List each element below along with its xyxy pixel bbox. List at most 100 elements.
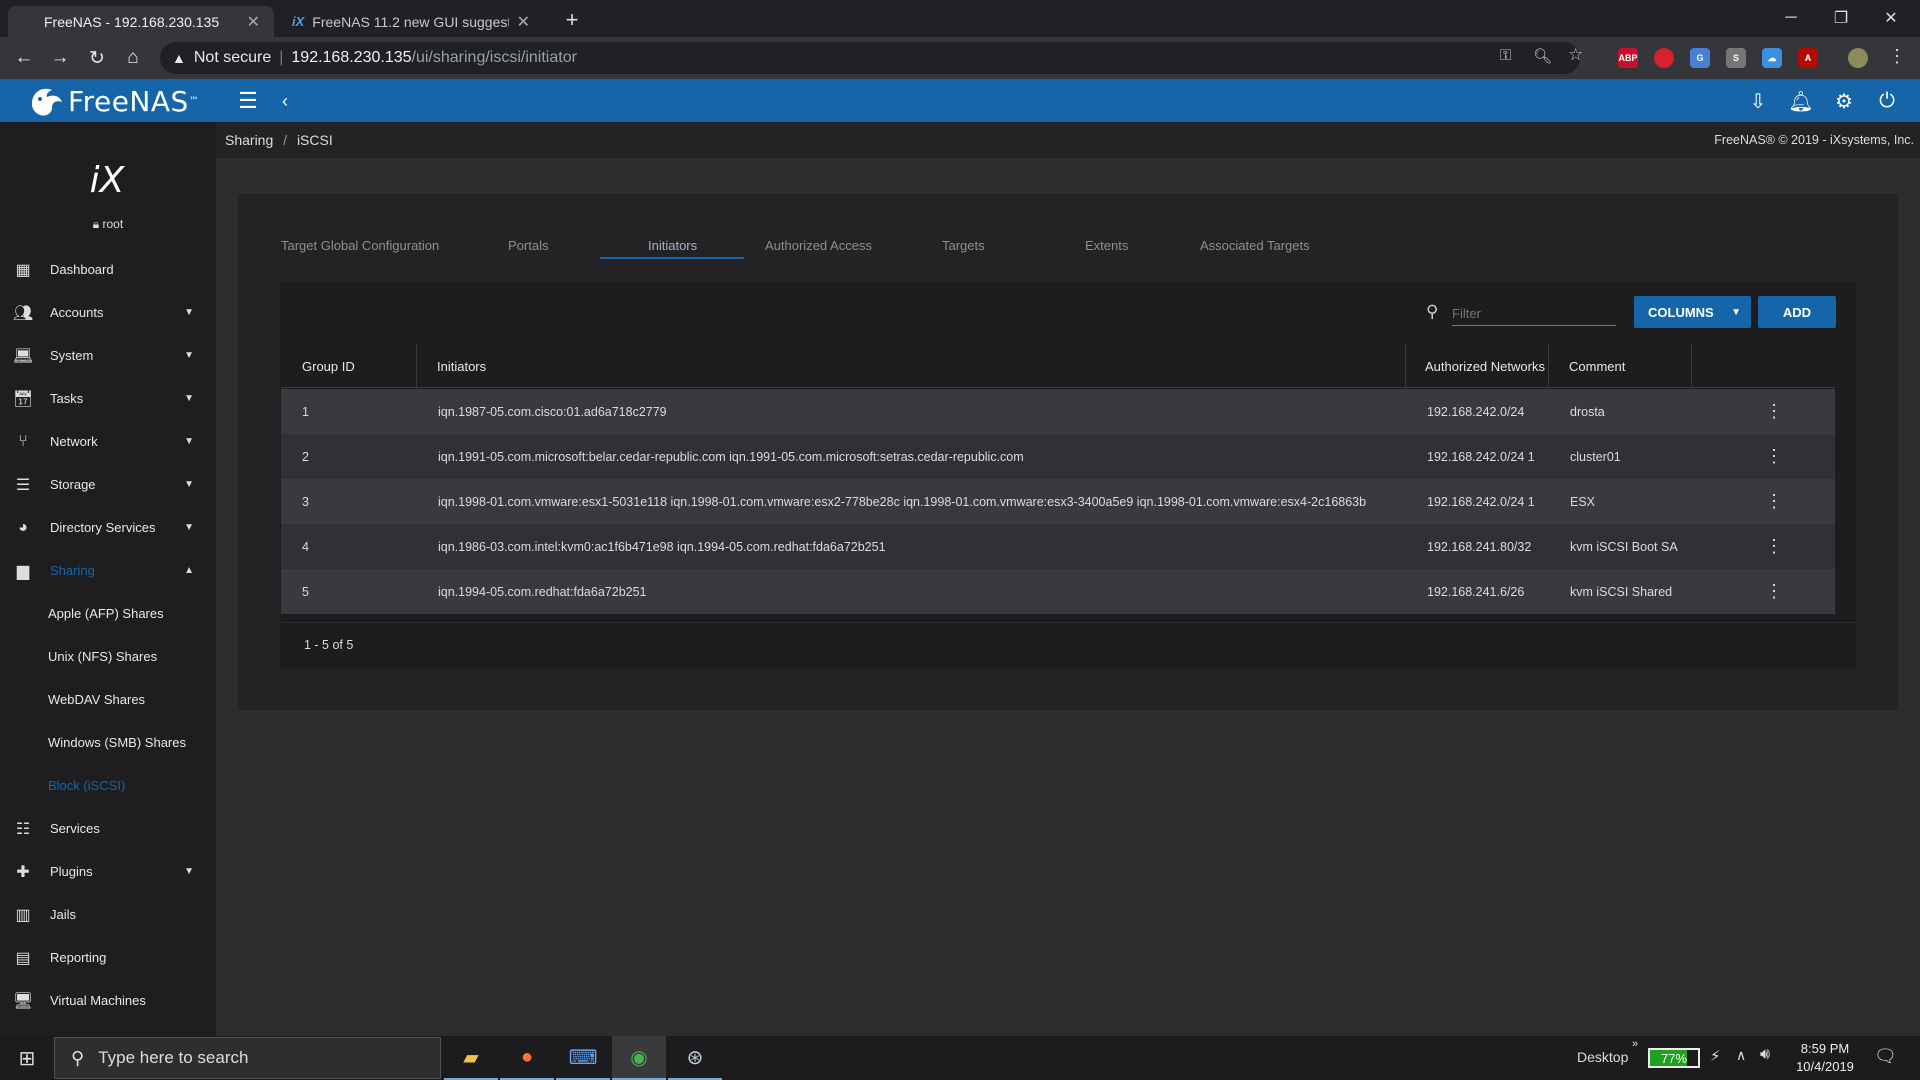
tray-expand-icon[interactable]: ∧ bbox=[1736, 1047, 1746, 1064]
sidebar-sub-smb[interactable]: Windows (SMB) Shares bbox=[0, 721, 216, 764]
power-icon[interactable]: ⏻ bbox=[1874, 88, 1900, 114]
zoom-icon[interactable]: 🔍︎ bbox=[1533, 47, 1552, 65]
key-icon[interactable]: ⚿ bbox=[1500, 47, 1511, 64]
table-row[interactable]: 1 iqn.1987-05.com.cisco:01.ad6a718c2779 … bbox=[281, 389, 1835, 434]
sidebar-item-sharing[interactable]: ▆ Sharing ▲ bbox=[0, 549, 216, 592]
url-text[interactable]: 192.168.230.135/ui/sharing/iscsi/initiat… bbox=[291, 49, 577, 67]
extension-red-icon[interactable] bbox=[1654, 48, 1674, 68]
file-explorer-icon[interactable]: ▰ bbox=[444, 1036, 498, 1080]
tab-extents[interactable]: Extents bbox=[1085, 230, 1128, 260]
tab-authorized-access[interactable]: Authorized Access bbox=[765, 230, 872, 260]
reload-icon[interactable]: ↻ bbox=[84, 45, 110, 71]
tab-associated-targets[interactable]: Associated Targets bbox=[1200, 230, 1310, 260]
tab-initiators[interactable]: Initiators bbox=[648, 230, 697, 260]
column-header-comment[interactable]: Comment bbox=[1569, 348, 1625, 384]
extension-s-icon[interactable]: S bbox=[1726, 48, 1746, 68]
sidebar-item-label: Network bbox=[50, 434, 98, 449]
directory-icon: ◕ bbox=[18, 518, 28, 536]
action-center-icon[interactable]: 🗨︎ bbox=[1874, 1046, 1897, 1067]
battery-indicator[interactable]: 77% bbox=[1648, 1048, 1700, 1068]
new-tab-button[interactable]: + bbox=[558, 6, 586, 34]
sidebar-item-network[interactable]: ⑂ Network ▼ bbox=[0, 420, 216, 463]
menu-toggle-icon[interactable]: ☰ bbox=[235, 88, 261, 114]
back-icon[interactable]: ← bbox=[11, 45, 37, 71]
tab-target-global-configuration[interactable]: Target Global Configuration bbox=[281, 230, 439, 260]
chrome-icon[interactable]: ◉ bbox=[612, 1036, 666, 1080]
browser-menu-icon[interactable]: ⋮ bbox=[1888, 46, 1906, 67]
sidebar-item-reporting[interactable]: ▤ Reporting bbox=[0, 936, 216, 979]
row-actions-icon[interactable]: ⋮ bbox=[1764, 479, 1784, 524]
volume-icon[interactable]: 🔊︎ bbox=[1760, 1046, 1770, 1064]
restore-icon[interactable]: ❐ bbox=[1818, 4, 1864, 32]
row-actions-icon[interactable]: ⋮ bbox=[1764, 389, 1784, 434]
filter-input[interactable] bbox=[1452, 302, 1616, 326]
cell-authorized-networks: 192.168.241.80/32 bbox=[1427, 539, 1532, 554]
home-icon[interactable]: ⌂ bbox=[120, 45, 146, 71]
sidebar-item-virtual-machines[interactable]: 🖥︎ Virtual Machines bbox=[0, 979, 216, 1022]
pdf-extension-icon[interactable]: A bbox=[1798, 48, 1818, 68]
tab-portals[interactable]: Portals bbox=[508, 230, 548, 260]
lock-icon: 🔒︎ bbox=[92, 217, 103, 231]
column-header-authorized-networks[interactable]: Authorized Networks bbox=[1425, 348, 1545, 384]
sidebar-item-directory-services[interactable]: ◕ Directory Services ▼ bbox=[0, 506, 216, 549]
breadcrumb-sharing[interactable]: Sharing bbox=[225, 132, 273, 148]
firefox-icon[interactable]: ● bbox=[500, 1036, 554, 1080]
table-row[interactable]: 5 iqn.1994-05.com.redhat:fda6a72b251 192… bbox=[281, 569, 1835, 614]
caret-down-icon: ▼ bbox=[184, 522, 194, 533]
sidebar-item-jails[interactable]: ▥ Jails bbox=[0, 893, 216, 936]
bookmark-star-icon[interactable]: ☆ bbox=[1568, 45, 1583, 65]
forward-icon[interactable]: → bbox=[47, 45, 73, 71]
table-row[interactable]: 2 iqn.1991-05.com.microsoft:belar.cedar-… bbox=[281, 434, 1835, 479]
settings-gear-icon[interactable]: ⚙ bbox=[1831, 88, 1857, 114]
clock[interactable]: 8:59 PM 10/4/2019 bbox=[1790, 1040, 1860, 1076]
browser-tab[interactable]: iX FreeNAS 11.2 new GUI suggestio ✕ bbox=[278, 6, 544, 37]
network-app-icon[interactable]: ⌨ bbox=[556, 1036, 610, 1080]
cell-initiators: iqn.1998-01.com.vmware:esx1-5031e118 iqn… bbox=[438, 494, 1367, 509]
column-header-initiators[interactable]: Initiators bbox=[437, 348, 486, 384]
collapse-chevron-icon[interactable]: ‹ bbox=[272, 88, 298, 114]
cloud-extension-icon[interactable]: ☁ bbox=[1762, 48, 1782, 68]
desktop-toolbar-label[interactable]: Desktop bbox=[1577, 1049, 1628, 1065]
sidebar-sub-afp[interactable]: Apple (AFP) Shares bbox=[0, 592, 216, 635]
minimize-icon[interactable]: ─ bbox=[1768, 4, 1814, 32]
sidebar-sub-iscsi[interactable]: Block (iSCSI) bbox=[0, 764, 216, 807]
sidebar-item-services[interactable]: ☷ Services bbox=[0, 807, 216, 850]
update-icon[interactable]: ⇩ bbox=[1745, 88, 1771, 114]
sidebar-sub-nfs[interactable]: Unix (NFS) Shares bbox=[0, 635, 216, 678]
tab-targets[interactable]: Targets bbox=[942, 230, 985, 260]
sidebar-item-plugins[interactable]: ✚ Plugins ▼ bbox=[0, 850, 216, 893]
row-actions-icon[interactable]: ⋮ bbox=[1764, 569, 1784, 614]
adblock-extension-icon[interactable]: ABP bbox=[1618, 48, 1638, 68]
table-row[interactable]: 3 iqn.1998-01.com.vmware:esx1-5031e118 i… bbox=[281, 479, 1835, 524]
cell-initiators: iqn.1991-05.com.microsoft:belar.cedar-re… bbox=[438, 449, 1024, 464]
close-window-icon[interactable]: ✕ bbox=[1868, 4, 1914, 32]
address-bar[interactable]: ▲ Not secure | 192.168.230.135/ui/sharin… bbox=[160, 42, 1583, 74]
sidebar-item-label: Sharing bbox=[50, 563, 95, 578]
table-row[interactable]: 4 iqn.1986-03.com.intel:kvm0:ac1f6b471e9… bbox=[281, 524, 1835, 569]
close-tab-icon[interactable]: ✕ bbox=[247, 12, 260, 32]
profile-avatar[interactable] bbox=[1848, 48, 1868, 68]
notifications-bell-icon[interactable]: 🔔︎ bbox=[1788, 88, 1814, 114]
row-actions-icon[interactable]: ⋮ bbox=[1764, 434, 1784, 479]
sidebar-item-system[interactable]: 💻︎ System ▼ bbox=[0, 334, 216, 377]
column-header-group-id[interactable]: Group ID bbox=[302, 348, 355, 384]
storage-icon: ☰ bbox=[15, 476, 31, 494]
translate-extension-icon[interactable]: G bbox=[1690, 48, 1710, 68]
sidebar-sub-webdav[interactable]: WebDAV Shares bbox=[0, 678, 216, 721]
freenas-logo[interactable]: FreeNAS ™ bbox=[28, 81, 199, 121]
caret-down-icon: ▼ bbox=[184, 479, 194, 490]
sidebar-item-tasks[interactable]: 📅︎ Tasks ▼ bbox=[0, 377, 216, 420]
cell-authorized-networks: 192.168.242.0/24 1 bbox=[1427, 494, 1535, 509]
close-tab-icon[interactable]: ✕ bbox=[517, 12, 530, 32]
sidebar-item-dashboard[interactable]: ▦ Dashboard bbox=[0, 248, 216, 291]
add-button[interactable]: ADD bbox=[1758, 296, 1836, 328]
browser-tab-active[interactable]: FreeNAS - 192.168.230.135 ✕ bbox=[8, 6, 274, 37]
columns-button[interactable]: COLUMNS ▼ bbox=[1634, 296, 1751, 328]
taskbar-search-box[interactable]: ⚲ Type here to search bbox=[54, 1037, 441, 1079]
windows-start-icon[interactable]: ⊞ bbox=[0, 1036, 54, 1080]
expand-chevron-icon[interactable]: » bbox=[1632, 1038, 1638, 1050]
row-actions-icon[interactable]: ⋮ bbox=[1764, 524, 1784, 569]
sidebar-item-storage[interactable]: ☰ Storage ▼ bbox=[0, 463, 216, 506]
sidebar-item-accounts[interactable]: 👥︎ Accounts ▼ bbox=[0, 291, 216, 334]
steam-icon[interactable]: ⊛ bbox=[668, 1036, 722, 1080]
